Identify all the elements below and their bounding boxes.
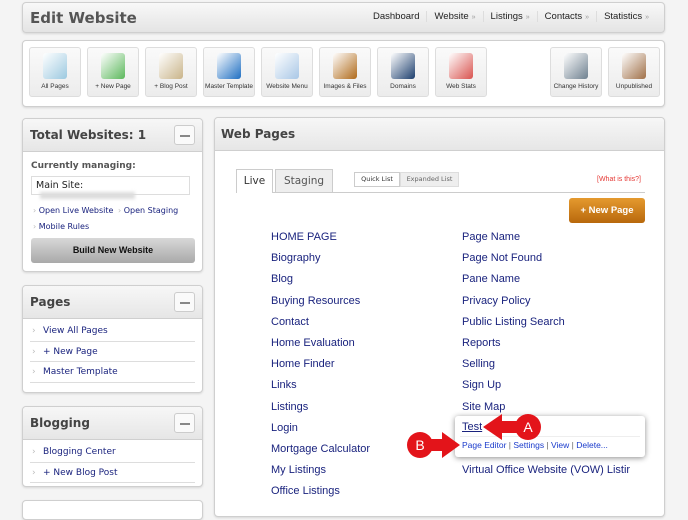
tab-staging[interactable]: Staging [275,169,333,192]
websites-title: Total Websites: 1 [30,128,147,142]
nav-dashboard[interactable]: Dashboard [366,11,426,22]
chevron-down-icon: » [471,14,476,21]
nav-contacts[interactable]: Contacts» [536,11,596,22]
toolbar-bar-chart-button[interactable]: Web Stats [435,47,487,97]
page-link[interactable]: Buying Resources [271,295,360,307]
page-link[interactable]: Public Listing Search [462,316,565,328]
chevron-down-icon: » [645,14,649,21]
page-link[interactable]: Selling [462,358,495,370]
file-cabinet-icon [333,53,357,79]
page-link[interactable]: HOME PAGE [271,231,337,243]
build-new-website-button[interactable]: Build New Website [31,238,195,263]
sidebar-item[interactable]: + New Blog Post [30,463,195,483]
chevron-down-icon: » [525,14,530,21]
time-machine-icon [564,53,588,79]
page-link[interactable]: Biography [271,252,321,264]
toolbar-template-button[interactable]: Master Template [203,47,255,97]
new-page-button[interactable]: + New Page [569,198,645,223]
page-link[interactable]: Blog [271,273,293,285]
new-page-icon [101,53,125,79]
popup-action-delete[interactable]: Delete... [576,440,608,450]
toolbar-time-machine-button[interactable]: Change History [550,47,602,97]
book-pen-icon [159,53,183,79]
page-link[interactable]: My Listings [271,464,326,476]
toolbar-label: All Pages [41,83,69,90]
site-selector[interactable]: Main Site: [31,176,190,199]
toolbar-label: Web Stats [446,83,476,90]
web-pages-title: Web Pages [221,127,296,141]
blogging-title: Blogging [30,416,90,430]
expanded-list-toggle[interactable]: Expanded List [400,172,459,187]
toolbar-easel-button[interactable]: Unpublished [608,47,660,97]
toolbar-label: Change History [553,83,599,90]
sidebar-item[interactable]: View All Pages [30,321,195,342]
nav-statistics[interactable]: Statistics» [596,11,656,22]
toolbar-pages-button[interactable]: All Pages [29,47,81,97]
chevron-down-icon: » [585,14,590,21]
page-link[interactable]: Links [271,379,297,391]
page-title: Edit Website [30,9,137,27]
toolbar-label: Domains [390,83,416,90]
sitemap-icon [275,53,299,79]
sidebar-item[interactable]: Blogging Center [30,442,195,463]
page-link[interactable]: Reports [462,337,501,349]
top-nav: Dashboard Website» Listings» Contacts» Stati… [366,11,656,22]
page-header: Edit Website Dashboard Website» Listings» C… [22,2,665,33]
toolbar-label: Unpublished [615,83,653,90]
annotation-b-label: B [415,437,424,453]
open-staging-link[interactable]: › Open Staging [118,206,178,215]
toolbar-new-page-button[interactable]: + New Page [87,47,139,97]
easel-icon [622,53,646,79]
websites-panel: Total Websites: 1 Currently managing: Ma… [22,118,203,272]
toolbar-sitemap-button[interactable]: Website Menu [261,47,313,97]
page-link[interactable]: Home Evaluation [271,337,355,349]
pages-panel: Pages View All Pages+ New PageMaster Tem… [22,285,203,393]
page-link[interactable]: Privacy Policy [462,295,530,307]
collapsed-panel [22,500,203,520]
page-link[interactable]: Page Name [462,231,520,243]
sidebar-item[interactable]: + New Page [30,342,195,362]
page-link[interactable]: Page Not Found [462,252,542,264]
pages-title: Pages [30,295,71,309]
bar-chart-icon [449,53,473,79]
quick-list-toggle[interactable]: Quick List [354,172,400,187]
toolbar-label: Master Template [205,83,253,90]
domains-icon [391,53,415,79]
page-link[interactable]: Login [271,422,298,434]
toolbar-label: + New Page [95,83,131,90]
page-link[interactable]: Contact [271,316,309,328]
site-label: Main Site: [36,180,84,191]
toolbar-file-cabinet-button[interactable]: Images & Files [319,47,371,97]
page-link[interactable]: Office Listings [271,485,340,497]
collapse-button[interactable] [174,292,195,312]
what-is-this-link[interactable]: [What is this?] [597,176,641,183]
annotation-a-label: A [523,419,533,435]
mobile-rules-link[interactable]: › Mobile Rules [33,222,89,231]
toolbar-label: + Blog Post [154,83,188,90]
open-live-link[interactable]: › Open Live Website [33,206,113,215]
page-link[interactable]: Home Finder [271,358,335,370]
toolbar-domains-button[interactable]: Domains [377,47,429,97]
sidebar-item[interactable]: Master Template [30,362,195,383]
page-link[interactable]: Sign Up [462,379,501,391]
nav-listings[interactable]: Listings» [482,11,537,22]
page-link[interactable]: Pane Name [462,273,520,285]
tab-live[interactable]: Live [236,169,273,193]
annotation-arrows: A B [407,414,541,458]
collapse-button[interactable] [174,413,195,433]
collapse-button[interactable] [174,125,195,145]
nav-website[interactable]: Website» [426,11,482,22]
blogging-panel: Blogging Blogging Center+ New Blog Post [22,406,203,487]
page-link[interactable]: Listings [271,401,308,413]
toolbar-label: Website Menu [266,83,308,90]
toolbar-book-pen-button[interactable]: + Blog Post [145,47,197,97]
managing-label: Currently managing: [31,161,136,171]
template-icon [217,53,241,79]
pages-icon [43,53,67,79]
toolbar: All Pages + New Page + Blog Post Master Tem… [22,40,665,107]
page-link[interactable]: Mortgage Calculator [271,443,370,455]
toolbar-label: Images & Files [323,83,367,90]
blurred-url [40,192,135,199]
